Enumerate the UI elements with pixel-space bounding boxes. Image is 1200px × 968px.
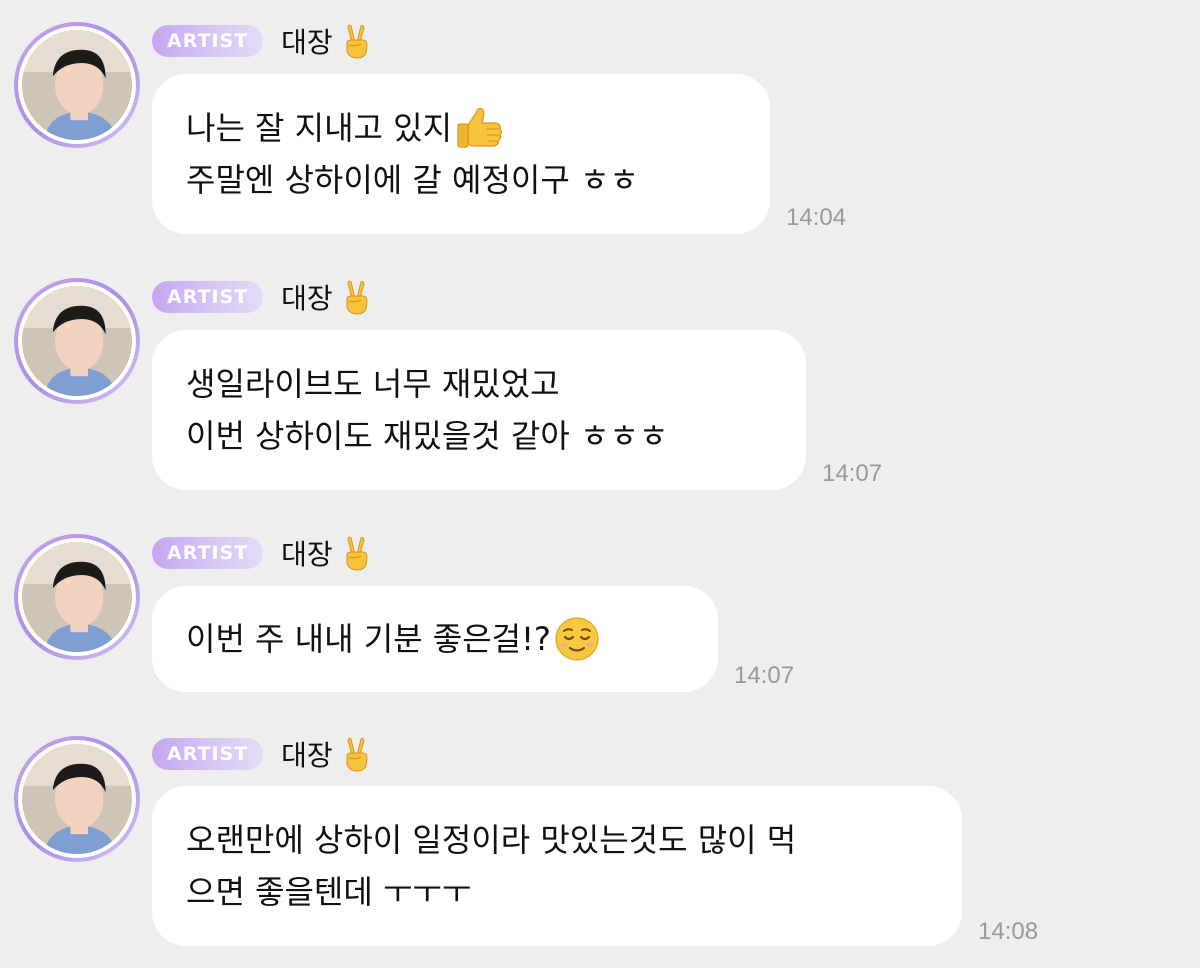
message-line: 오랜만에 상하이 일정이라 맛있는것도 많이 먹 [186, 814, 928, 866]
avatar[interactable] [14, 736, 140, 862]
sender-name-text: 대장 [281, 282, 333, 315]
message-text: 오랜만에 상하이 일정이라 맛있는것도 많이 먹 [186, 821, 797, 859]
message-text: 주말엔 상하이에 갈 예정이구 ㅎㅎ [186, 161, 639, 199]
artist-badge: ARTIST [152, 738, 264, 770]
message-line: 주말엔 상하이에 갈 예정이구 ㅎㅎ [186, 154, 736, 206]
timestamp: 14:04 [786, 204, 847, 231]
victory-hand-icon [346, 536, 368, 571]
timestamp: 14:08 [978, 918, 1039, 945]
avatar-photo [22, 286, 132, 396]
avatar-photo [22, 744, 132, 854]
message-text: 이번 주 내내 기분 좋은걸!? [186, 620, 551, 658]
victory-hand-icon [346, 737, 368, 772]
message-bubble[interactable]: 이번 주 내내 기분 좋은걸!? [152, 586, 718, 692]
avatar-photo [22, 542, 132, 652]
message-text: 나는 잘 지내고 있지 [186, 109, 453, 147]
sender-name-text: 대장 [281, 538, 333, 571]
timestamp: 14:07 [734, 662, 795, 689]
sender-name[interactable]: 대장 [281, 533, 373, 573]
sender-row: ARTIST 대장 [152, 23, 373, 59]
artist-badge: ARTIST [152, 25, 264, 57]
sender-name-text: 대장 [281, 26, 333, 59]
relieved-face-icon [555, 617, 599, 661]
sender-name[interactable]: 대장 [281, 277, 373, 317]
avatar-photo [22, 30, 132, 140]
message-line: 으면 좋을텐데 ㅜㅜㅜ [186, 866, 928, 918]
message-bubble[interactable]: 생일라이브도 너무 재밌었고 이번 상하이도 재밌을것 같아 ㅎㅎㅎ [152, 330, 806, 490]
message-text: 이번 상하이도 재밌을것 같아 ㅎㅎㅎ [186, 417, 669, 455]
timestamp: 14:07 [822, 460, 883, 487]
sender-name[interactable]: 대장 [281, 21, 373, 61]
message-bubble[interactable]: 나는 잘 지내고 있지 주말엔 상하이에 갈 예정이구 ㅎㅎ [152, 74, 770, 234]
sender-row: ARTIST 대장 [152, 736, 373, 772]
message-line: 나는 잘 지내고 있지 [186, 102, 736, 154]
message-line: 생일라이브도 너무 재밌었고 [186, 358, 772, 410]
message-text: 생일라이브도 너무 재밌었고 [186, 365, 560, 403]
sender-row: ARTIST 대장 [152, 279, 373, 315]
message-line: 이번 주 내내 기분 좋은걸!? [186, 613, 684, 665]
thumbs-up-icon [457, 107, 503, 148]
sender-name[interactable]: 대장 [281, 734, 373, 774]
message-text: 으면 좋을텐데 ㅜㅜㅜ [186, 873, 472, 911]
chat-thread: ARTIST 대장 나는 잘 지내고 있지 주말엔 상하이에 갈 예정이구 ㅎㅎ… [0, 0, 1200, 968]
message-line: 이번 상하이도 재밌을것 같아 ㅎㅎㅎ [186, 410, 772, 462]
victory-hand-icon [346, 24, 368, 59]
sender-name-text: 대장 [281, 739, 333, 772]
avatar[interactable] [14, 278, 140, 404]
sender-row: ARTIST 대장 [152, 535, 373, 571]
artist-badge: ARTIST [152, 537, 264, 569]
message-bubble[interactable]: 오랜만에 상하이 일정이라 맛있는것도 많이 먹 으면 좋을텐데 ㅜㅜㅜ [152, 786, 962, 946]
artist-badge: ARTIST [152, 281, 264, 313]
avatar[interactable] [14, 534, 140, 660]
avatar[interactable] [14, 22, 140, 148]
victory-hand-icon [346, 280, 368, 315]
